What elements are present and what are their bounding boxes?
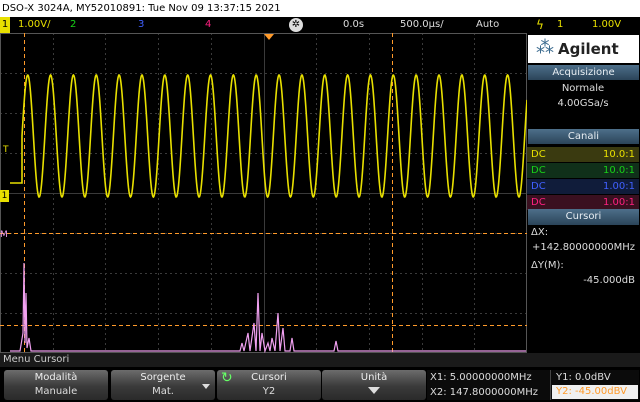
channel-1-trace	[10, 73, 527, 199]
acquisition-mode: Normale	[561, 83, 605, 94]
softkey-source-label: Sorgente	[140, 372, 186, 383]
trigger-source[interactable]: 1	[557, 17, 563, 33]
cursor-readout: X1: 5.00000000MHz X2: 147.8000000MHz Y1:…	[427, 370, 639, 400]
channel-row[interactable]: DC 1.00:1	[527, 179, 639, 195]
trigger-edge-icon: ϟ	[536, 18, 544, 32]
channel-coupling: DC	[531, 181, 546, 192]
sample-rate: 4.00GSa/s	[557, 98, 609, 109]
softkey-cursors-value: Y2	[262, 386, 276, 397]
channel-coupling: DC	[531, 165, 546, 176]
delta-x-label: ΔX:	[531, 227, 549, 238]
channel-row[interactable]: DC 10.0:1	[527, 163, 639, 179]
softkey-cursors[interactable]: ↻ Cursori Y2	[217, 370, 321, 400]
channel-probe-ratio: 10.0:1	[603, 165, 635, 176]
cursors-header[interactable]: Cursori	[528, 209, 639, 225]
delta-x-value: +142.80000000MHz	[532, 242, 635, 253]
softkey-bar: Modalità Manuale Sorgente Mat. ↻ Cursori…	[0, 367, 640, 402]
title-bar: DSO-X 3024A, MY52010891: Tue Nov 09 13:3…	[0, 0, 640, 17]
readout-divider	[550, 370, 551, 400]
gear-icon[interactable]: ✲	[289, 18, 303, 32]
channel-list: DC 10.0:1 DC 10.0:1 DC 1.00:1 DC 1.00:1	[527, 147, 639, 211]
cursor-y2[interactable]: Y2: -45.00dBV	[552, 385, 638, 399]
channel-row[interactable]: DC 10.0:1	[527, 147, 639, 163]
cursor-y1: Y1: 0.0dBV	[556, 372, 611, 383]
channel-coupling: DC	[531, 149, 546, 160]
channel-1-scale[interactable]: 1.00V/	[18, 17, 50, 33]
trigger-position-marker	[264, 34, 274, 40]
waveform-display[interactable]: 1 T M	[0, 33, 527, 353]
delta-y-value: -45.000dB	[583, 275, 635, 286]
channel-4-number[interactable]: 4	[205, 17, 211, 33]
channel-probe-ratio: 10.0:1	[603, 149, 635, 160]
delta-y-label: ΔY(M):	[531, 260, 564, 271]
brand-name: Agilent	[558, 40, 619, 58]
channel-3-number[interactable]: 3	[138, 17, 144, 33]
brand-logo: ⁂ Agilent	[528, 35, 639, 63]
cursor-x1: X1: 5.00000000MHz	[430, 372, 532, 383]
channel-1-ground-marker[interactable]: 1	[0, 190, 9, 202]
right-panel: ⁂ Agilent Acquisizione Normale 4.00GSa/s…	[527, 33, 640, 353]
menu-title: Menu Cursori	[0, 353, 640, 367]
rotate-knob-icon: ↻	[221, 370, 233, 386]
channel-2-number[interactable]: 2	[70, 17, 76, 33]
softkey-units[interactable]: Unità	[322, 370, 426, 400]
softkey-source-value: Mat.	[152, 386, 174, 397]
chevron-down-icon	[202, 384, 210, 389]
trigger-level[interactable]: 1.00V	[592, 17, 621, 33]
submenu-arrow-icon	[368, 387, 380, 394]
math-marker[interactable]: M	[0, 230, 8, 240]
horizontal-delay[interactable]: 0.0s	[343, 17, 364, 33]
acquisition-header[interactable]: Acquisizione	[528, 65, 639, 80]
softkey-units-label: Unità	[360, 372, 388, 383]
softkey-mode-label: Modalità	[34, 372, 78, 383]
channel-1-number[interactable]: 1	[0, 17, 10, 33]
channels-header[interactable]: Canali	[528, 129, 639, 144]
softkey-source[interactable]: Sorgente Mat.	[111, 370, 215, 400]
cursor-x2: X2: 147.8000000MHz	[430, 387, 538, 398]
trigger-mode[interactable]: Auto	[476, 17, 499, 33]
waveform-svg	[0, 33, 527, 353]
channel-coupling: DC	[531, 197, 546, 208]
math-fft-trace	[10, 262, 526, 353]
trigger-level-marker[interactable]: T	[3, 145, 9, 155]
channel-probe-ratio: 1.00:1	[603, 181, 635, 192]
status-bar: 1 1.00V/ 2 3 4 ✲ 0.0s 500.0μs/ Auto ϟ 1 …	[0, 17, 640, 33]
softkey-mode-value: Manuale	[34, 386, 78, 397]
softkey-mode[interactable]: Modalità Manuale	[4, 370, 108, 400]
channel-probe-ratio: 1.00:1	[603, 197, 635, 208]
agilent-spark-icon: ⁂	[536, 37, 554, 58]
horizontal-timebase[interactable]: 500.0μs/	[400, 17, 444, 33]
